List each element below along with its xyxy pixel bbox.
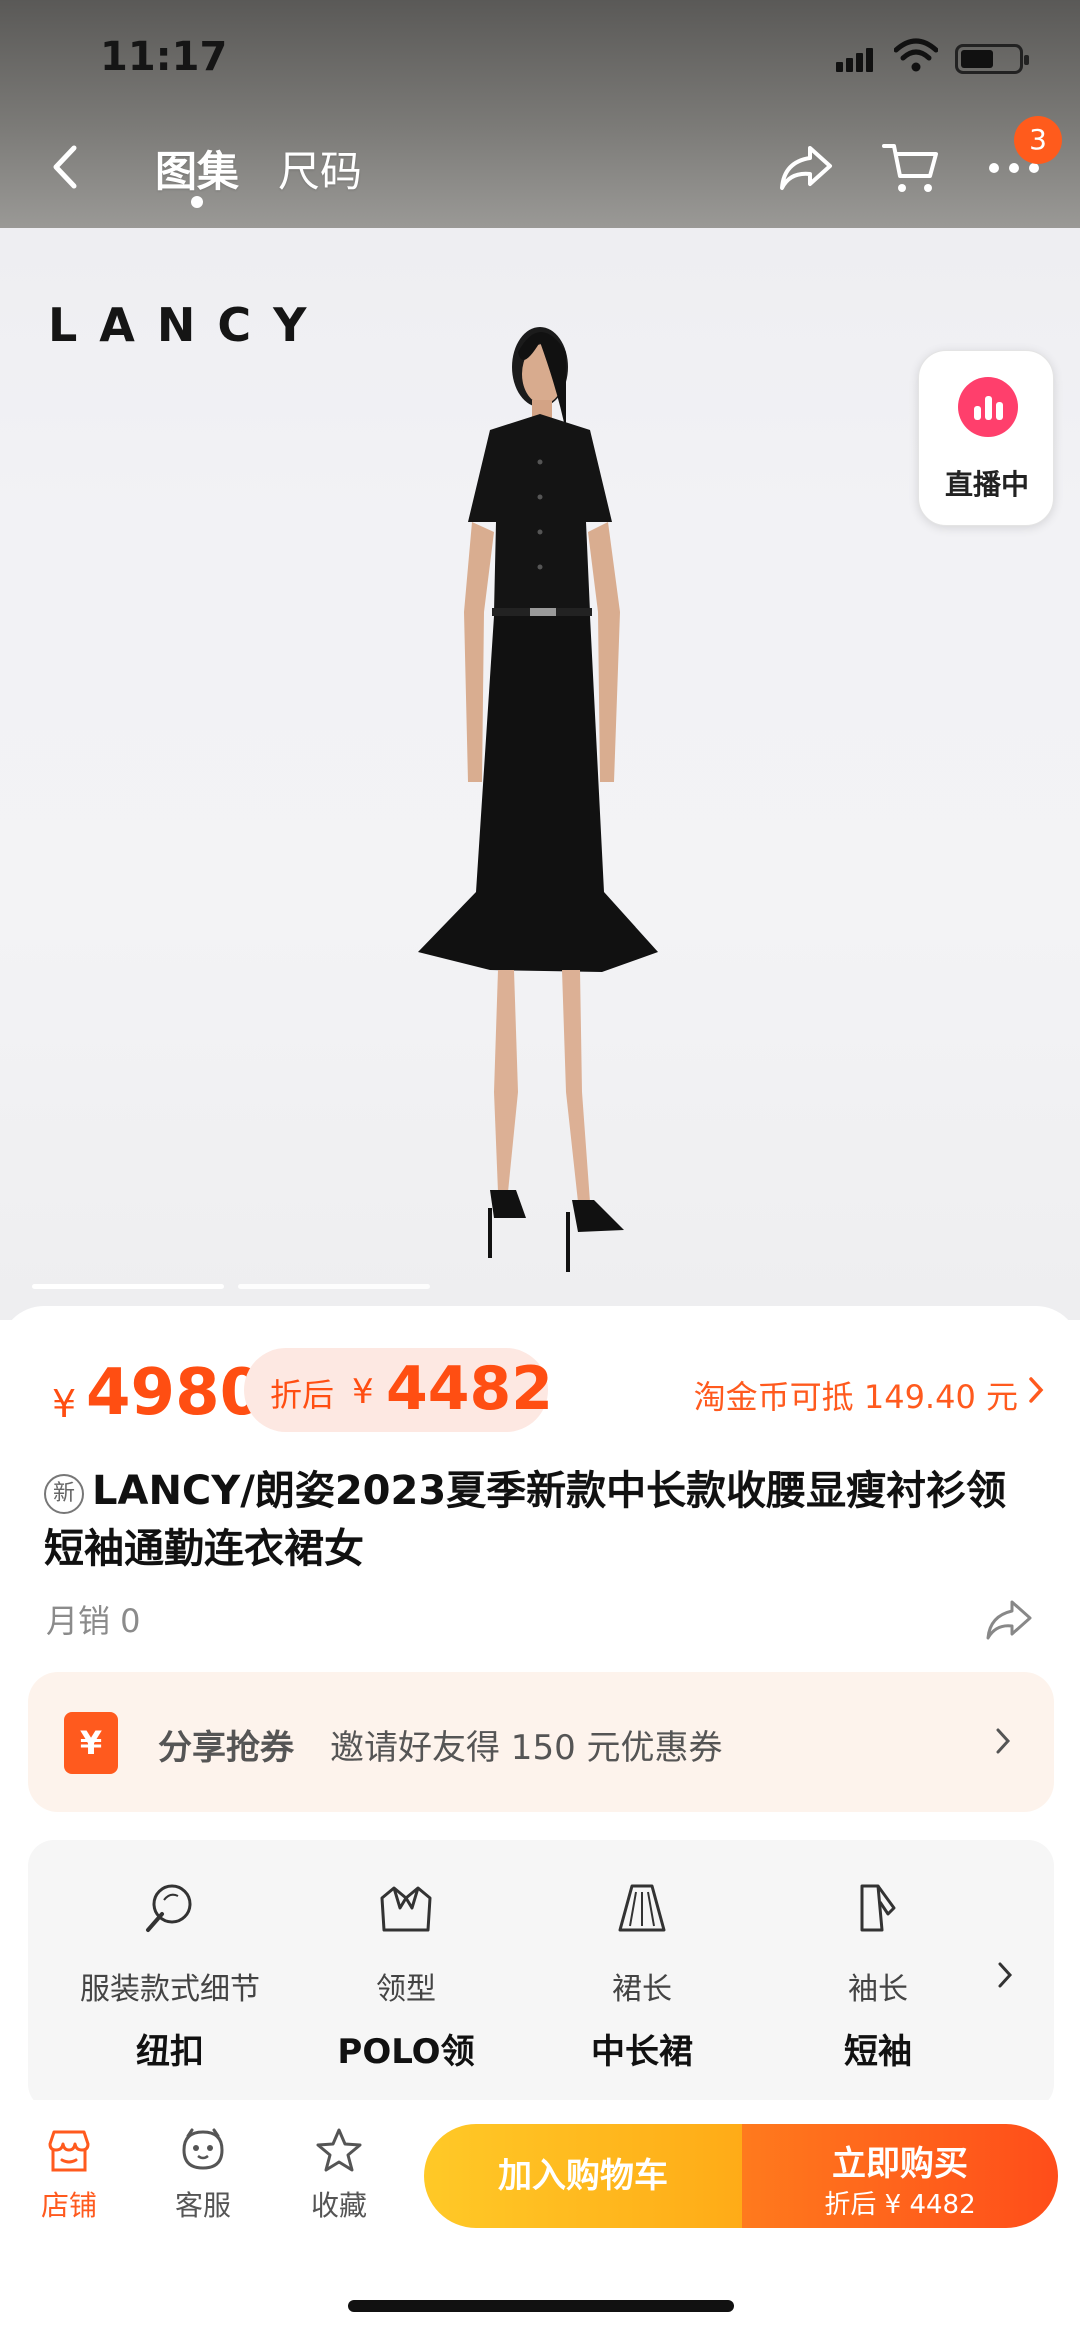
gallery-pager-2[interactable] bbox=[238, 1284, 430, 1289]
new-tag: 新 bbox=[44, 1474, 84, 1514]
coupon-title: 分享抢券 bbox=[158, 1728, 294, 1768]
tab-size[interactable]: 尺码 bbox=[278, 138, 362, 199]
tab-active-indicator bbox=[191, 196, 203, 208]
live-icon bbox=[958, 377, 1018, 437]
attribute-collar[interactable]: 领型 POLO领 bbox=[296, 1840, 516, 2110]
live-label: 直播中 bbox=[944, 468, 1029, 501]
collar-icon bbox=[380, 1886, 432, 1932]
skirt-icon bbox=[618, 1884, 666, 1932]
add-to-cart-button[interactable]: 加入购物车 bbox=[424, 2124, 742, 2228]
discount-currency: ¥ bbox=[352, 1372, 374, 1412]
store-button[interactable]: 店铺 bbox=[14, 2126, 124, 2236]
attribute-label: 袖长 bbox=[848, 1972, 908, 2007]
live-stream-button[interactable]: 直播中 bbox=[918, 350, 1054, 526]
status-time: 11:17 bbox=[100, 34, 228, 80]
notification-badge: 3 bbox=[1014, 116, 1062, 164]
tab-gallery[interactable]: 图集 bbox=[155, 138, 239, 199]
store-icon bbox=[48, 2130, 90, 2172]
price-currency: ¥ bbox=[52, 1382, 77, 1426]
price-row: ¥ 4980 折后 ¥ 4482 淘金币可抵 149.40 元 bbox=[0, 1346, 1080, 1436]
store-label: 店铺 bbox=[40, 2189, 97, 2222]
share-icon[interactable] bbox=[776, 140, 836, 196]
magnifier-icon bbox=[146, 1884, 192, 1932]
customer-service-button[interactable]: 客服 bbox=[148, 2126, 258, 2236]
product-attributes[interactable]: 服装款式细节 纽扣 领型 POLO领 裙长 中长裙 袖长 短袖 bbox=[28, 1840, 1054, 2110]
buy-now-button[interactable]: 立即购买 折后 ¥ 4482 bbox=[742, 2124, 1058, 2228]
back-icon[interactable] bbox=[46, 142, 86, 192]
buy-now-label: 立即购买 bbox=[832, 2144, 968, 2184]
discount-label: 折后 bbox=[270, 1376, 335, 1414]
wifi-icon bbox=[894, 38, 938, 72]
attribute-value: POLO领 bbox=[337, 2032, 475, 2072]
product-title-text: LANCY/朗姿2023夏季新款中长款收腰显瘦衬衫领短袖通勤连衣裙女 bbox=[44, 1468, 1007, 1572]
discount-price: 4482 bbox=[386, 1354, 553, 1424]
favorite-button[interactable]: 收藏 bbox=[284, 2126, 394, 2236]
coupon-banner[interactable]: ¥ 分享抢券 邀请好友得 150 元优惠券 bbox=[28, 1672, 1054, 1812]
service-label: 客服 bbox=[174, 2189, 231, 2222]
favorite-label: 收藏 bbox=[310, 2189, 367, 2222]
status-bar: 11:17 bbox=[0, 0, 1080, 110]
brand-logo: LANCY bbox=[48, 298, 329, 352]
attribute-label: 领型 bbox=[376, 1972, 436, 2007]
chevron-right-icon[interactable] bbox=[996, 1960, 1014, 1990]
coupon-description: 邀请好友得 150 元优惠券 bbox=[330, 1728, 723, 1768]
share-icon[interactable] bbox=[984, 1596, 1034, 1642]
attribute-label: 裙长 bbox=[612, 1972, 672, 2007]
attribute-detail[interactable]: 服装款式细节 纽扣 bbox=[60, 1840, 280, 2110]
product-photo-model bbox=[418, 327, 658, 1272]
buy-now-discount-price: 折后 ¥ 4482 bbox=[824, 2190, 976, 2220]
chat-bot-icon bbox=[182, 2128, 224, 2170]
attribute-sleeve-length[interactable]: 袖长 短袖 bbox=[768, 1840, 988, 2110]
price-main: 4980 bbox=[86, 1356, 265, 1430]
chevron-right-icon bbox=[1029, 1377, 1044, 1403]
taojinbi-link[interactable]: 淘金币可抵 149.40 元 bbox=[694, 1372, 1018, 1418]
star-icon bbox=[316, 2128, 362, 2172]
monthly-sales: 月销 0 bbox=[46, 1602, 141, 1640]
sleeve-icon bbox=[860, 1884, 896, 1932]
signal-icon bbox=[836, 48, 873, 72]
attribute-value: 中长裙 bbox=[591, 2032, 693, 2072]
cart-icon[interactable] bbox=[880, 136, 940, 196]
coupon-ticket-icon: ¥ bbox=[64, 1712, 118, 1774]
discount-price-badge: 折后 ¥ 4482 bbox=[244, 1348, 553, 1432]
top-nav: 图集 尺码 3 bbox=[0, 116, 1080, 220]
home-indicator bbox=[348, 2300, 734, 2312]
attribute-value: 短袖 bbox=[844, 2032, 912, 2072]
chevron-right-icon bbox=[996, 1728, 1011, 1754]
product-title: 新 LANCY/朗姿2023夏季新款中长款收腰显瘦衬衫领短袖通勤连衣裙女 bbox=[44, 1462, 1024, 1578]
attribute-value: 纽扣 bbox=[136, 2032, 204, 2072]
attribute-skirt-length[interactable]: 裙长 中长裙 bbox=[532, 1840, 752, 2110]
attribute-label: 服装款式细节 bbox=[80, 1972, 260, 2007]
gallery-pager-1[interactable] bbox=[32, 1284, 224, 1289]
battery-icon bbox=[955, 44, 1029, 74]
